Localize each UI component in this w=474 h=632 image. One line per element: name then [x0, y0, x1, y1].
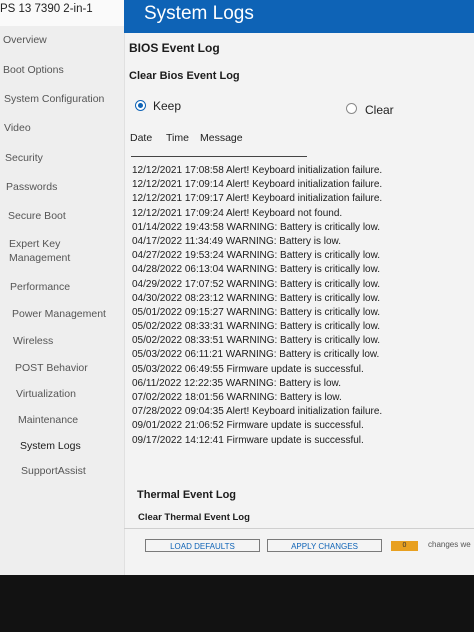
clear-radio[interactable] [346, 103, 357, 114]
log-entry: 09/01/2022 21:06:52 Firmware update is s… [132, 420, 364, 432]
column-header-divider [131, 156, 307, 157]
bios-event-log-list: 12/12/2021 17:08:58 Alert! Keyboard init… [132, 164, 472, 448]
sidebar-item-boot-options[interactable]: Boot Options [3, 64, 64, 76]
sidebar-item-label-line2: Management [9, 252, 71, 264]
sidebar-item-virtualization[interactable]: Virtualization [16, 388, 76, 400]
log-entry: 04/27/2022 19:53:24 WARNING: Battery is … [132, 250, 381, 262]
log-entry: 05/03/2022 06:11:21 WARNING: Battery is … [132, 349, 380, 361]
log-entry: 05/03/2022 06:49:55 Firmware update is s… [132, 363, 364, 375]
load-defaults-button[interactable]: LOAD DEFAULTS [145, 539, 260, 552]
sidebar-item-wireless[interactable]: Wireless [13, 335, 53, 347]
log-entry: 12/12/2021 17:09:17 Alert! Keyboard init… [132, 193, 383, 205]
sidebar-item-power-management[interactable]: Power Management [12, 308, 106, 320]
bios-setup-screen: PS 13 7390 2-in-1 Overview Boot Options … [0, 0, 474, 575]
log-entry: 12/12/2021 17:08:58 Alert! Keyboard init… [132, 165, 383, 176]
keep-radio-label: Keep [153, 99, 182, 113]
log-entry: 05/02/2022 08:33:51 WARNING: Battery is … [132, 335, 381, 347]
log-entry: 04/30/2022 08:23:12 WARNING: Battery is … [132, 292, 381, 304]
apply-changes-button[interactable]: APPLY CHANGES [267, 539, 382, 552]
header-bar: System Logs [124, 0, 474, 33]
sidebar-item-maintenance[interactable]: Maintenance [18, 414, 78, 426]
sidebar-item-overview[interactable]: Overview [3, 34, 47, 46]
sidebar: PS 13 7390 2-in-1 Overview Boot Options … [0, 0, 125, 575]
sidebar-item-system-configuration[interactable]: System Configuration [4, 93, 104, 105]
changes-label: changes we [428, 540, 471, 549]
column-header-time: Time [166, 132, 189, 144]
system-logs-panel: BIOS Event Log Clear Bios Event Log Keep… [124, 33, 474, 575]
footer-divider [124, 528, 474, 529]
sidebar-item-system-logs[interactable]: System Logs [20, 440, 81, 452]
sidebar-item-expert-key-management[interactable]: Expert Key Management [9, 238, 71, 264]
log-entry: 01/14/2022 19:43:58 WARNING: Battery is … [132, 221, 381, 233]
log-entry: 07/02/2022 18:01:56 WARNING: Battery is … [132, 392, 342, 403]
log-entry: 04/28/2022 06:13:04 WARNING: Battery is … [132, 264, 381, 276]
log-entry: 12/12/2021 17:09:14 Alert! Keyboard init… [132, 179, 383, 191]
column-header-message: Message [200, 132, 243, 144]
log-entry: 04/29/2022 17:07:52 WARNING: Battery is … [132, 278, 381, 290]
device-title: PS 13 7390 2-in-1 [0, 0, 124, 26]
log-entry: 12/12/2021 17:09:24 Alert! Keyboard not … [132, 207, 343, 219]
sidebar-item-video[interactable]: Video [4, 122, 31, 134]
sidebar-item-passwords[interactable]: Passwords [6, 181, 57, 193]
sidebar-item-supportassist[interactable]: SupportAssist [21, 465, 86, 477]
log-entry: 04/17/2022 11:34:49 WARNING: Battery is … [132, 235, 341, 247]
sidebar-item-security[interactable]: Security [5, 152, 43, 164]
log-entry: 05/02/2022 08:33:31 WARNING: Battery is … [132, 321, 381, 333]
log-entry: 05/01/2022 09:15:27 WARNING: Battery is … [132, 306, 381, 318]
sidebar-item-post-behavior[interactable]: POST Behavior [15, 362, 88, 374]
column-header-date: Date [130, 132, 153, 144]
sidebar-item-label-line1: Expert Key [9, 238, 61, 250]
clear-bios-event-log-label: Clear Bios Event Log [129, 70, 240, 82]
bios-event-log-heading: BIOS Event Log [129, 41, 220, 55]
log-entry: 09/17/2022 14:12:41 Firmware update is s… [132, 434, 364, 446]
sidebar-item-performance[interactable]: Performance [10, 281, 70, 293]
thermal-event-log-heading: Thermal Event Log [137, 489, 237, 501]
keep-radio[interactable] [135, 100, 146, 111]
sidebar-item-secure-boot[interactable]: Secure Boot [8, 210, 66, 222]
clear-thermal-event-log-label: Clear Thermal Event Log [138, 512, 250, 523]
page-title: System Logs [144, 3, 254, 24]
log-entry: 06/11/2022 12:22:35 WARNING: Battery is … [132, 377, 341, 389]
changes-count-badge: 0 [391, 541, 418, 551]
laptop-bezel [0, 575, 474, 632]
log-entry: 07/28/2022 09:04:35 Alert! Keyboard init… [132, 406, 383, 418]
clear-radio-label: Clear [365, 103, 394, 117]
